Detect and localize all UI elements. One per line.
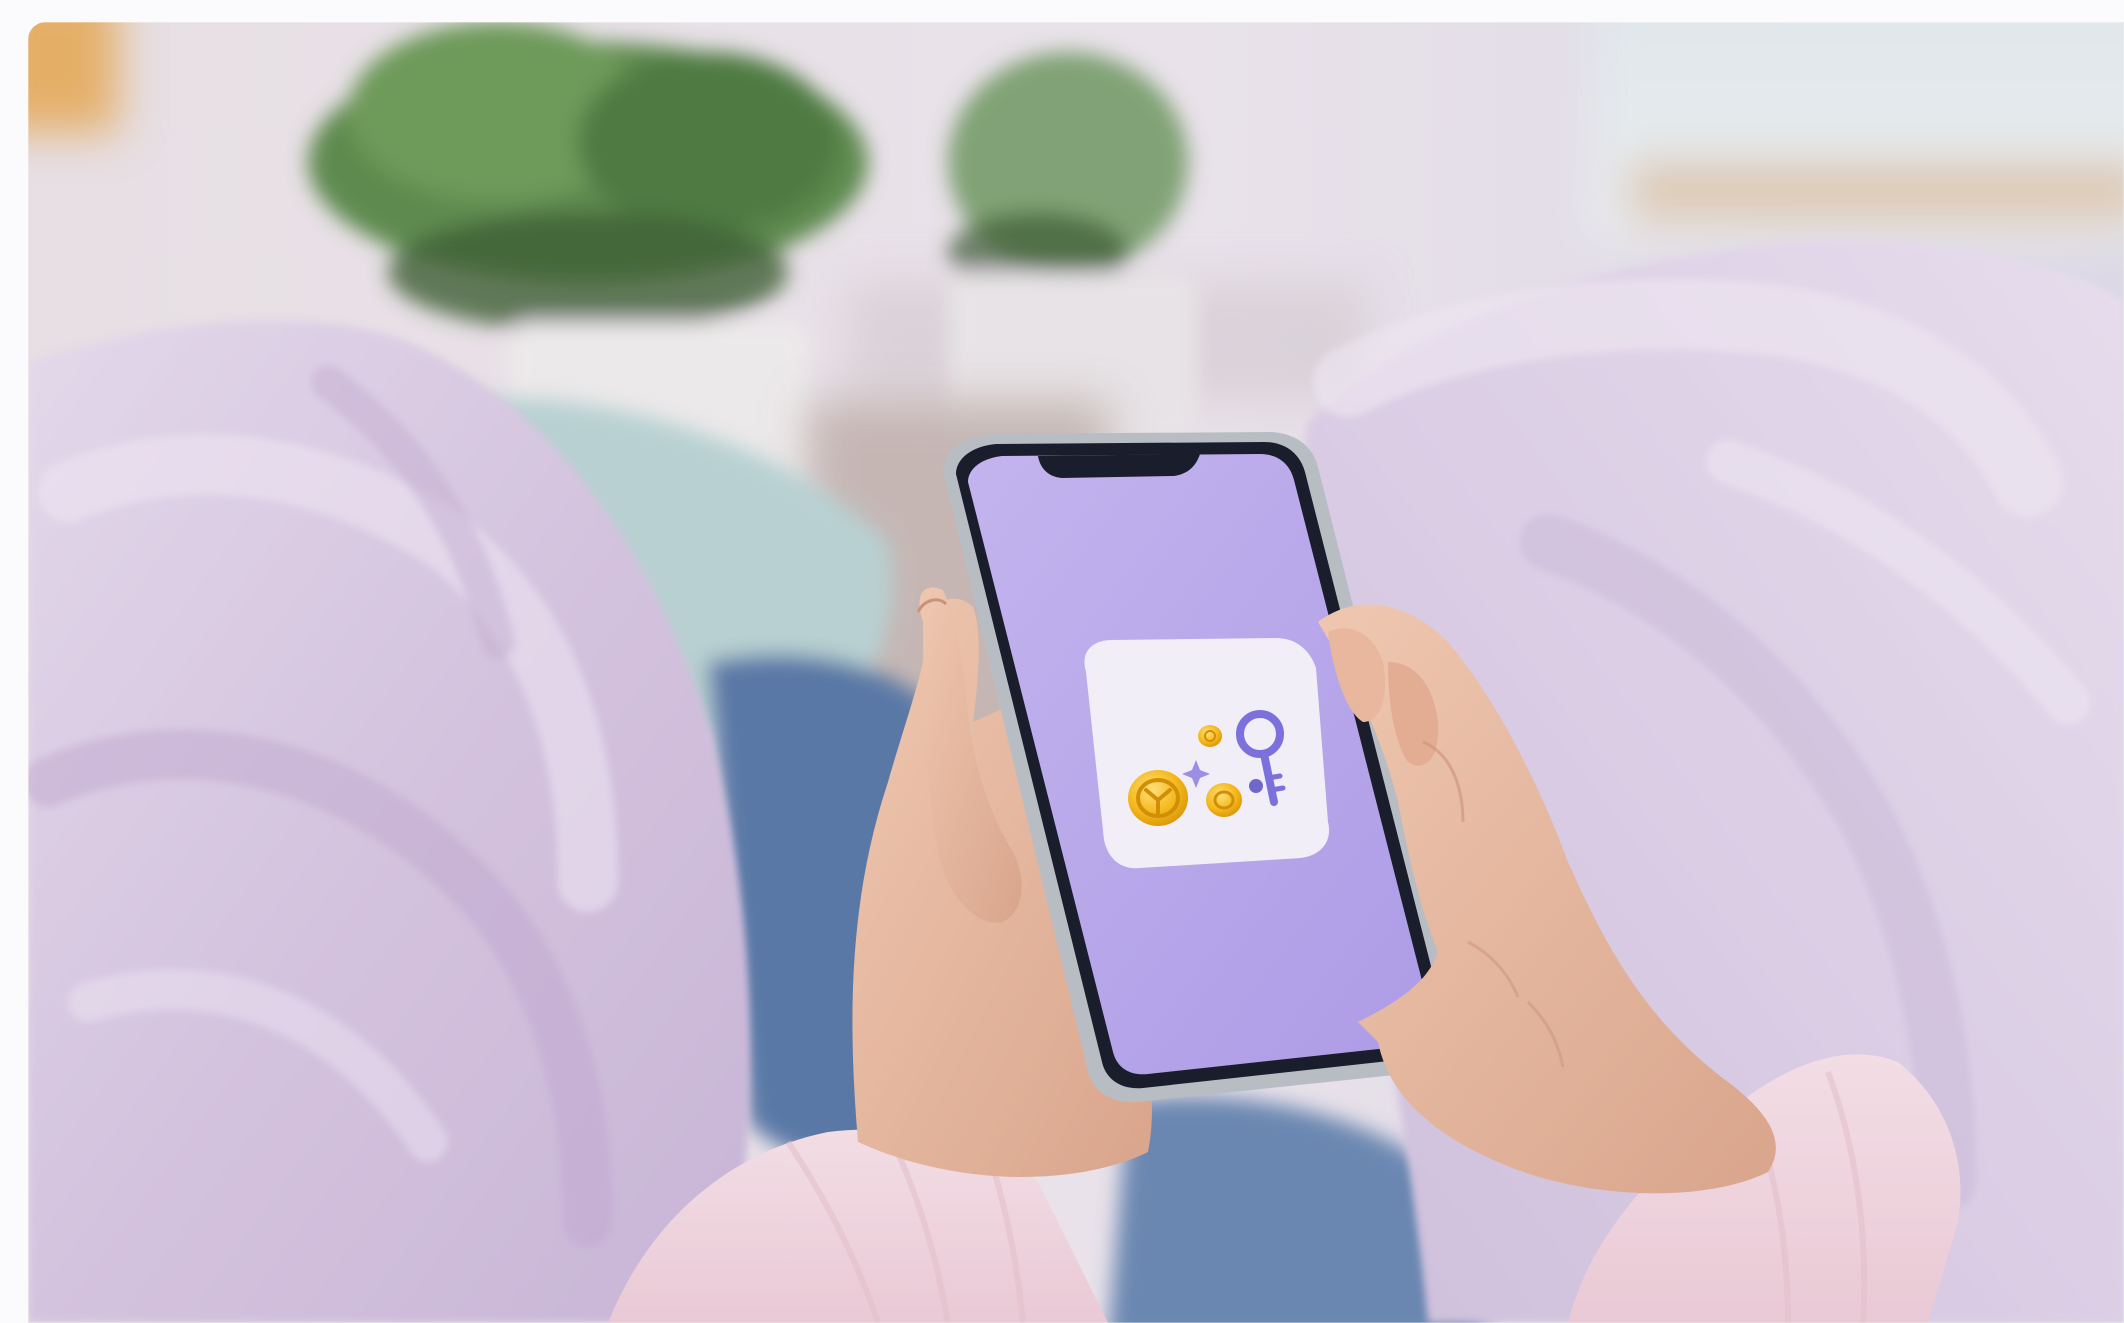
gold-coin-icon bbox=[1198, 725, 1222, 747]
gold-coin-icon bbox=[1128, 770, 1188, 826]
app-icon-tile bbox=[1084, 638, 1330, 869]
photo-illustration bbox=[28, 22, 2124, 1323]
page bbox=[0, 0, 2124, 1323]
gold-coin-icon bbox=[1206, 783, 1242, 817]
hero-photo bbox=[28, 22, 2124, 1323]
